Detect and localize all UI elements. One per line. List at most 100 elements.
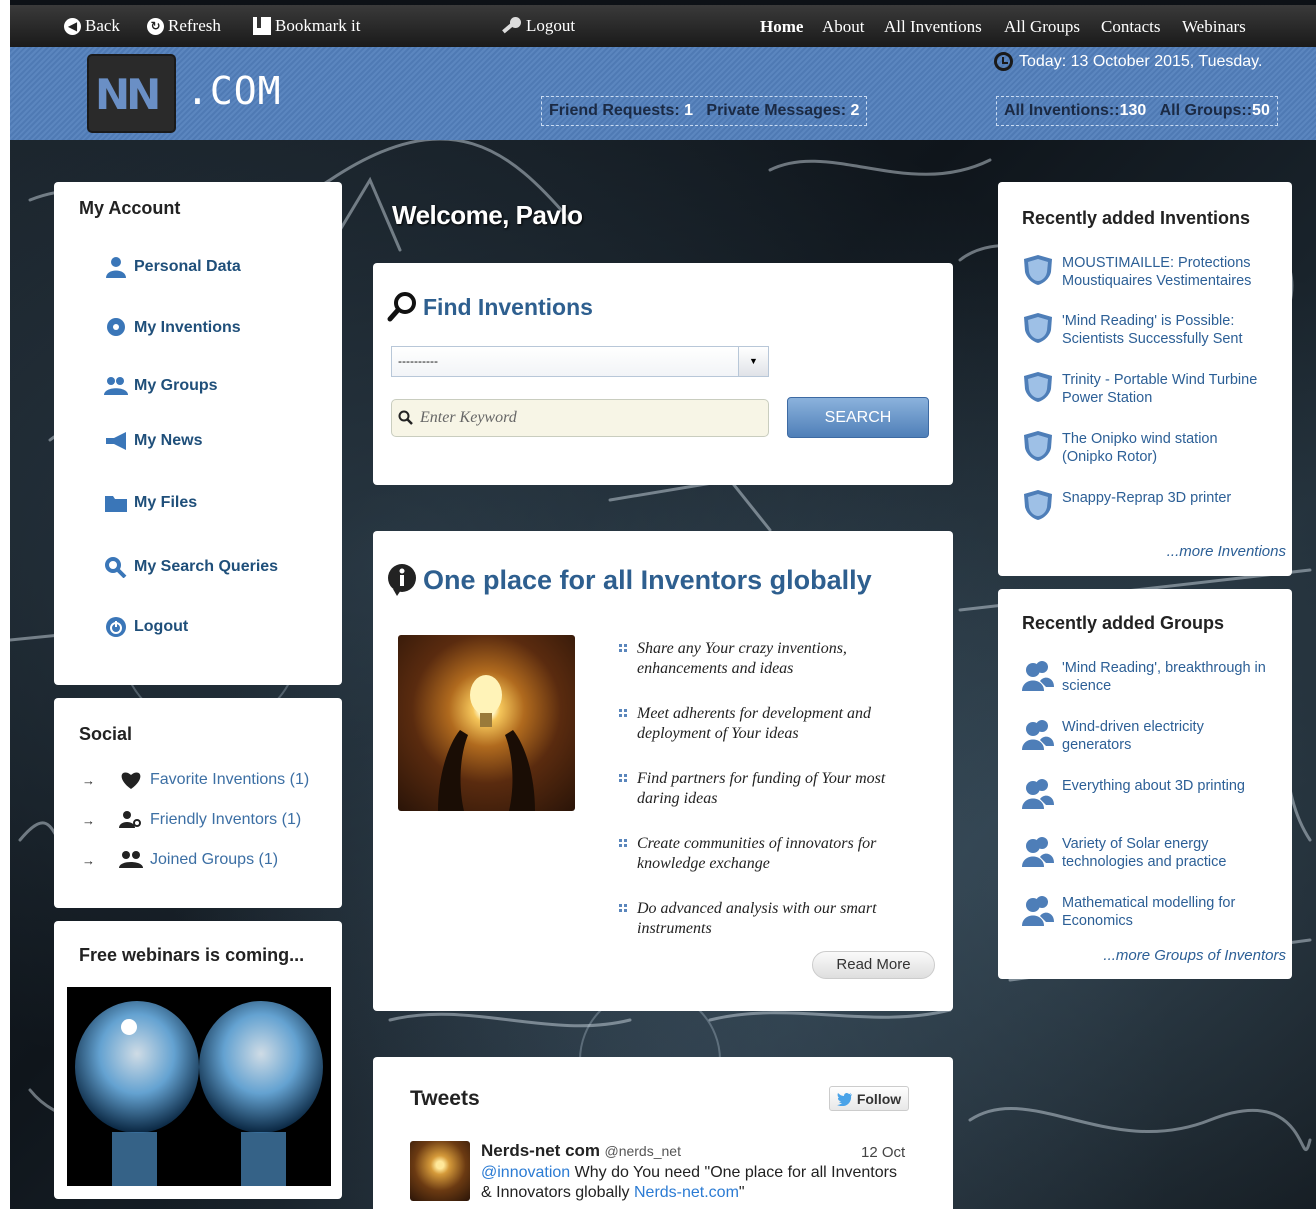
webinars-title: Free webinars is coming... bbox=[79, 945, 305, 965]
find-inventions-heading: Find Inventions bbox=[387, 291, 593, 323]
joined-groups-link[interactable]: → Joined Groups (1) bbox=[82, 850, 278, 870]
tweet-date[interactable]: 12 Oct bbox=[861, 1144, 905, 1161]
webinar-image[interactable] bbox=[67, 987, 331, 1186]
stats-box: All Inventions::130 All Groups::50 bbox=[996, 96, 1278, 126]
group-item[interactable]: Variety of Solar energy technologies and… bbox=[1022, 835, 1272, 871]
about-panel: One place for all Inventors globally Sha… bbox=[373, 531, 953, 1011]
arrow-icon: → bbox=[82, 772, 95, 788]
tweet-url-link[interactable]: Nerds-net.com bbox=[634, 1184, 739, 1201]
welcome-message: Welcome, Pavlo bbox=[392, 200, 583, 230]
lightbulb-gear-icon bbox=[107, 318, 125, 336]
all-groups-label: All Groups:: bbox=[1159, 102, 1253, 119]
shield-icon bbox=[1024, 490, 1052, 520]
friend-requests-label: Friend Requests: bbox=[549, 102, 680, 119]
tweet-author[interactable]: Nerds-net com @nerds_net bbox=[481, 1141, 681, 1161]
favorite-inventions-link[interactable]: → Favorite Inventions (1) bbox=[82, 770, 309, 790]
tweet-avatar[interactable] bbox=[410, 1141, 470, 1201]
invention-item[interactable]: Snappy-Reprap 3D printer bbox=[1022, 489, 1272, 521]
key-icon bbox=[502, 17, 522, 35]
private-messages-link[interactable]: Private Messages: 2 bbox=[706, 102, 859, 119]
group-item[interactable]: Everything about 3D printing bbox=[1022, 777, 1272, 809]
top-nav: ◀ Back ↻ Refresh Bookmark it Logout Home… bbox=[10, 5, 1316, 47]
group-icon bbox=[1022, 896, 1054, 926]
notifications-box: Friend Requests: 1 Private Messages: 2 bbox=[541, 96, 868, 126]
category-select[interactable]: ---------- ▼ bbox=[391, 346, 769, 377]
feature-item: Find partners for funding of Your most d… bbox=[619, 769, 909, 809]
all-groups-stat[interactable]: All Groups::50 bbox=[1160, 102, 1270, 119]
my-search-queries-label: My Search Queries bbox=[134, 558, 279, 575]
group-item[interactable]: Wind-driven electricity generators bbox=[1022, 718, 1272, 754]
nav-webinars[interactable]: Webinars bbox=[1182, 17, 1246, 37]
invention-item-label: The Onipko wind station (Onipko Rotor) bbox=[1062, 431, 1218, 465]
feature-list: Share any Your crazy inventions, enhance… bbox=[619, 639, 909, 964]
find-inventions-panel: Find Inventions ---------- ▼ SEARCH bbox=[373, 263, 953, 485]
logo-suffix: .COM bbox=[186, 69, 282, 113]
friend-requests-link[interactable]: Friend Requests: 1 bbox=[549, 102, 693, 119]
invention-item-label: Snappy-Reprap 3D printer bbox=[1062, 490, 1232, 506]
my-account-panel: My Account Personal Data My Inventions M… bbox=[54, 182, 342, 685]
tweet-mention-link[interactable]: @innovation bbox=[481, 1164, 570, 1181]
tweet-body-end: " bbox=[738, 1184, 745, 1201]
hands-with-bulb-illustration bbox=[438, 675, 535, 811]
nav-home[interactable]: Home bbox=[760, 17, 803, 37]
dropdown-arrow-icon[interactable]: ▼ bbox=[738, 347, 768, 376]
invention-item[interactable]: Trinity - Portable Wind Turbine Power St… bbox=[1022, 371, 1272, 407]
search-button[interactable]: SEARCH bbox=[787, 397, 929, 438]
info-icon bbox=[388, 564, 416, 596]
nav-all-inventions[interactable]: All Inventions bbox=[884, 17, 982, 37]
group-icon bbox=[1022, 779, 1054, 809]
person-icon bbox=[106, 257, 126, 278]
about-heading: One place for all Inventors globally bbox=[387, 563, 872, 597]
group-item-label: Wind-driven electricity generators bbox=[1062, 719, 1204, 753]
more-groups-link[interactable]: ...more Groups of Inventors bbox=[1103, 947, 1286, 964]
social-panel: Social → Favorite Inventions (1) → Frien… bbox=[54, 698, 342, 908]
keyword-field[interactable] bbox=[391, 399, 769, 437]
site-header: NN .COM Today: 13 October 2015, Tuesday.… bbox=[10, 47, 1316, 140]
tweet-author-handle: @nerds_net bbox=[604, 1143, 681, 1159]
group-icon bbox=[1022, 720, 1054, 750]
back-button[interactable]: ◀ Back bbox=[64, 16, 120, 36]
refresh-label: Refresh bbox=[168, 16, 221, 35]
brain-skulls-illustration bbox=[75, 1001, 323, 1186]
group-item[interactable]: 'Mind Reading', breakthrough in science bbox=[1022, 659, 1272, 695]
power-icon bbox=[106, 617, 126, 637]
recent-inventions-title: Recently added Inventions bbox=[1022, 208, 1251, 228]
invention-item[interactable]: MOUSTIMAILLE: Protections Moustiquaires … bbox=[1022, 254, 1272, 290]
my-files-link[interactable]: My Files bbox=[104, 492, 197, 514]
group-item[interactable]: Mathematical modelling for Economics bbox=[1022, 894, 1272, 930]
shield-icon bbox=[1024, 313, 1052, 343]
invention-item[interactable]: The Onipko wind station (Onipko Rotor) bbox=[1022, 430, 1272, 466]
nav-about[interactable]: About bbox=[822, 17, 865, 37]
back-label: Back bbox=[85, 16, 120, 35]
site-logo[interactable]: NN bbox=[87, 54, 176, 133]
logout-link[interactable]: Logout bbox=[104, 616, 188, 638]
nav-all-groups[interactable]: All Groups bbox=[1004, 17, 1080, 37]
personal-data-link[interactable]: Personal Data bbox=[104, 256, 241, 278]
magnifier-icon bbox=[105, 557, 127, 578]
today-text: Today: 13 October 2015, Tuesday. bbox=[1019, 52, 1263, 70]
all-inventions-stat[interactable]: All Inventions::130 bbox=[1004, 102, 1146, 119]
refresh-button[interactable]: ↻ Refresh bbox=[147, 16, 221, 36]
my-groups-link[interactable]: My Groups bbox=[104, 375, 218, 397]
group-item-label: Everything about 3D printing bbox=[1062, 778, 1245, 794]
search-icon bbox=[398, 410, 413, 425]
joined-groups-label: Joined Groups (1) bbox=[150, 851, 279, 868]
keyword-input[interactable] bbox=[420, 409, 750, 427]
feature-item: Share any Your crazy inventions, enhance… bbox=[619, 639, 909, 679]
my-inventions-label: My Inventions bbox=[134, 319, 241, 336]
friendly-inventors-link[interactable]: → Friendly Inventors (1) bbox=[82, 810, 301, 830]
private-messages-count: 2 bbox=[850, 102, 860, 119]
read-more-button[interactable]: Read More bbox=[812, 951, 935, 979]
nav-contacts[interactable]: Contacts bbox=[1101, 17, 1161, 37]
more-inventions-link[interactable]: ...more Inventions bbox=[1167, 543, 1286, 560]
my-search-queries-link[interactable]: My Search Queries bbox=[104, 556, 278, 578]
my-news-link[interactable]: My News bbox=[104, 430, 202, 452]
bookmark-button[interactable]: Bookmark it bbox=[253, 16, 360, 36]
logout-top-button[interactable]: Logout bbox=[502, 16, 575, 36]
invention-item[interactable]: 'Mind Reading' is Possible: Scientists S… bbox=[1022, 312, 1272, 348]
my-inventions-link[interactable]: My Inventions bbox=[104, 317, 241, 339]
bookmark-label: Bookmark it bbox=[275, 16, 361, 35]
follow-button[interactable]: Follow bbox=[829, 1086, 909, 1111]
magnifier-icon bbox=[387, 292, 416, 322]
logout-top-label: Logout bbox=[526, 16, 576, 35]
